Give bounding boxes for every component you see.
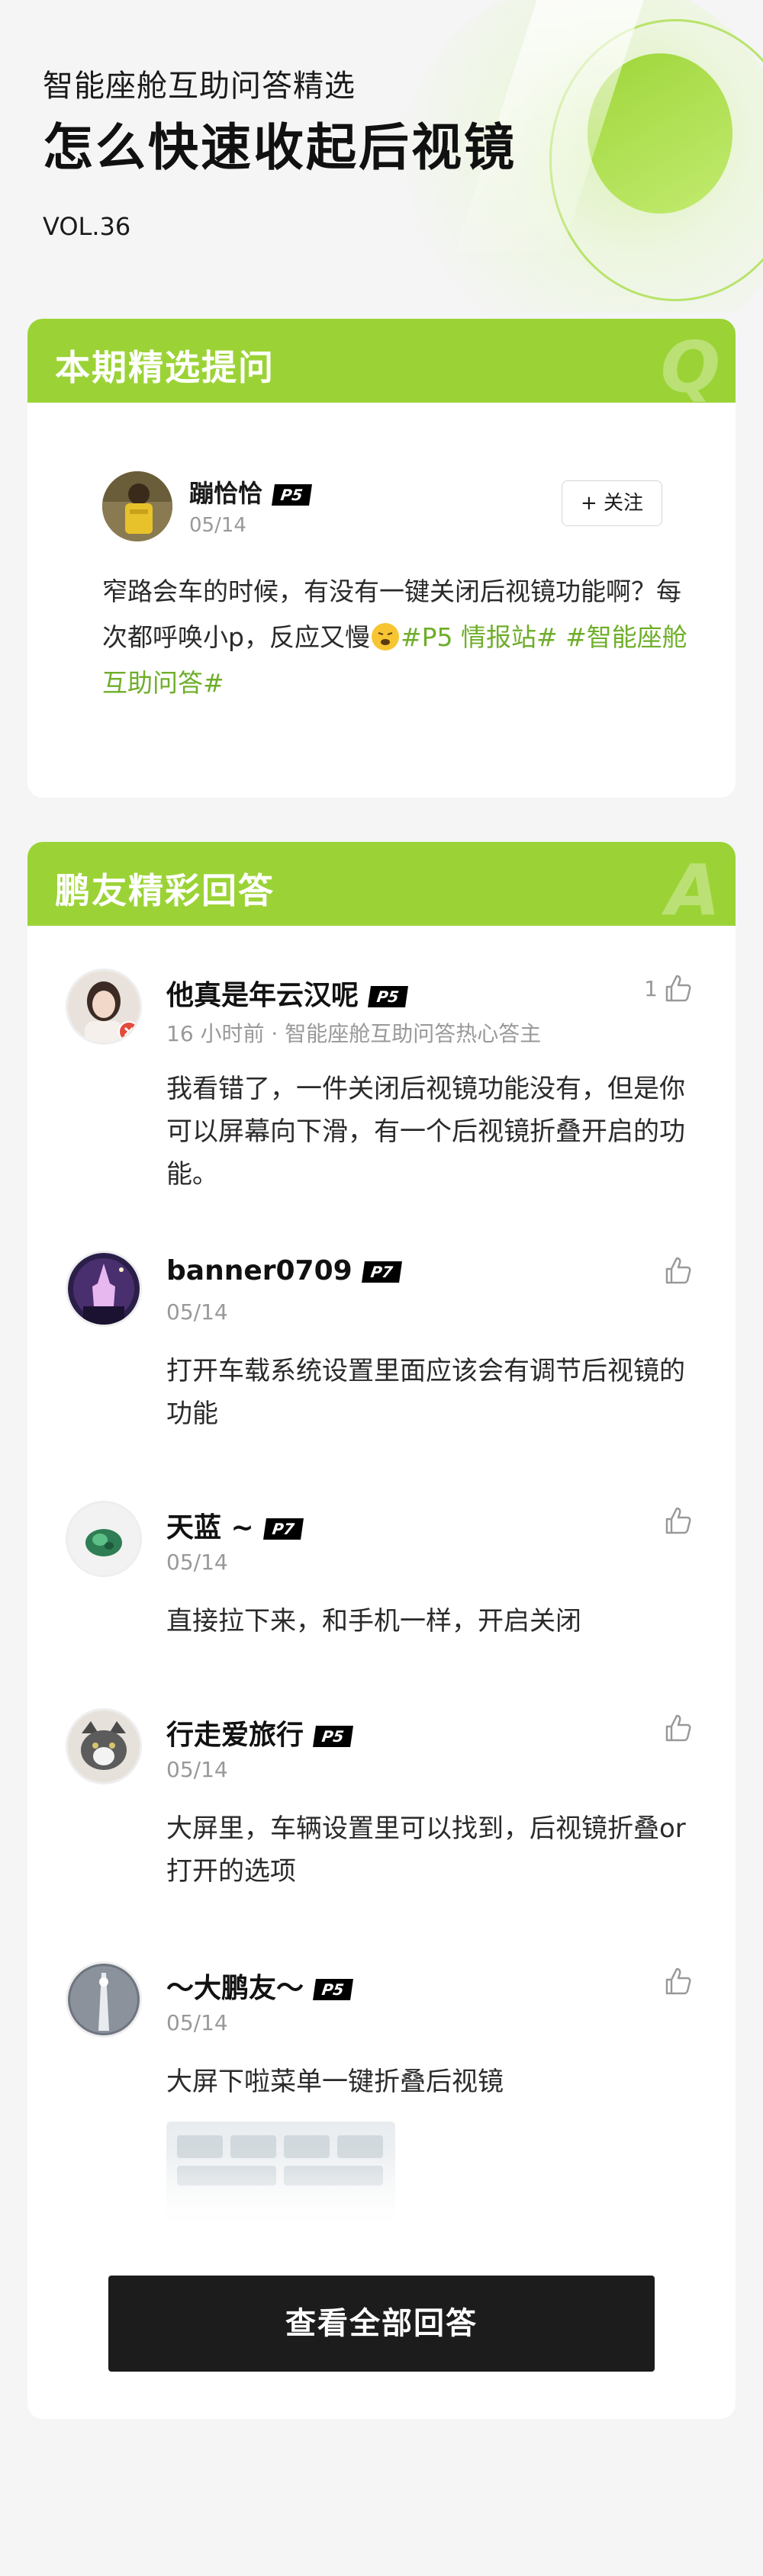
- level-badge: P5: [313, 1726, 353, 1747]
- header-banner: 智能座舱互助问答精选 怎么快速收起后视镜 VOL.36: [0, 0, 763, 313]
- question-card-header: 本期精选提问 Q: [27, 319, 736, 408]
- thumbs-up-icon: [665, 1507, 691, 1534]
- like-button[interactable]: [658, 1711, 693, 1745]
- answer-text: 我看错了，一件关闭后视镜功能没有，但是你可以屏幕向下滑，有一个后视镜折叠开启的功…: [166, 1074, 685, 1190]
- level-badge: P7: [262, 1518, 304, 1540]
- asker-avatar[interactable]: [102, 471, 172, 541]
- answerer-name[interactable]: ～大鹏友～: [166, 1973, 304, 2004]
- answerer-name[interactable]: 天蓝 ~: [166, 1512, 254, 1543]
- answer-item: banner0709 P7 05/14 打开车载系统设置里面应该会有调节后视镜的功…: [27, 1251, 736, 1429]
- follow-button[interactable]: + 关注: [562, 480, 662, 526]
- answer-meta: 05/14: [166, 1299, 228, 1325]
- answer-meta: 05/14: [166, 1550, 228, 1575]
- q-watermark: Q: [660, 326, 720, 408]
- answerer-name-row[interactable]: 天蓝 ~ P7: [166, 1505, 304, 1545]
- answer-item: 他真是年云汉呢 P5 16 小时前 · 智能座舱互助问答热心答主 1 我看错了，一…: [27, 968, 736, 1197]
- view-all-answers-button[interactable]: 查看全部回答: [108, 2276, 655, 2372]
- thumbs-up-icon: [665, 1967, 691, 1995]
- question-date: 05/14: [189, 514, 246, 537]
- answerer-avatar[interactable]: [66, 1708, 142, 1784]
- answerer-avatar[interactable]: [66, 1501, 142, 1577]
- level-badge: P5: [313, 1979, 353, 2000]
- asker-name-row[interactable]: 蹦恰恰 P5: [189, 474, 312, 509]
- weary-face-emoji-icon: [371, 623, 399, 650]
- answers-card: 鹏友精彩回答 A 他真是年云汉呢 P5 16 小时前 · 智能座舱互助问答热心答主…: [27, 842, 736, 2419]
- answer-meta: 16 小时前 · 智能座舱互助问答热心答主: [166, 1021, 542, 1046]
- series-subtitle: 智能座舱互助问答精选: [43, 69, 356, 104]
- answerer-verified-icon: [118, 1021, 140, 1042]
- answerer-name[interactable]: 他真是年云汉呢: [166, 980, 359, 1011]
- question-card: 本期精选提问 Q 蹦恰恰 P5 05/14 + 关注 窄路会车的时候，有没有一键关…: [27, 319, 736, 798]
- answer-text: 直接拉下来，和手机一样，开启关闭: [166, 1606, 581, 1636]
- a-watermark: A: [665, 850, 720, 931]
- level-badge: P5: [272, 484, 312, 506]
- answerer-name[interactable]: banner0709: [166, 1255, 353, 1286]
- volume-number: VOL.36: [43, 212, 131, 241]
- answerer-name-row[interactable]: 他真是年云汉呢 P5: [166, 973, 408, 1013]
- answerer-avatar[interactable]: [66, 1961, 142, 2038]
- answer-item: 天蓝 ~ P7 05/14 直接拉下来，和手机一样，开启关闭: [27, 1501, 736, 1638]
- thumbs-up-icon: [665, 1714, 691, 1742]
- answer-text: 大屏里，车辆设置里可以找到，后视镜折叠or打开的选项: [166, 1813, 686, 1887]
- answer-meta: 05/14: [166, 1757, 228, 1782]
- level-badge: P5: [368, 986, 408, 1007]
- level-badge: P7: [361, 1261, 402, 1283]
- answers-card-title: 鹏友精彩回答: [55, 870, 275, 911]
- answerer-avatar[interactable]: [66, 968, 142, 1045]
- answer-meta: 05/14: [166, 2010, 228, 2035]
- question-body: 窄路会车的时候，有没有一键关闭后视镜功能啊？每次都呼唤小p，反应又慢 #P5 情报…: [102, 569, 697, 706]
- thumbs-up-icon: [665, 1257, 691, 1284]
- answerer-name-row[interactable]: ～大鹏友～ P5: [166, 1966, 353, 2006]
- page-title: 怎么快速收起后视镜: [43, 118, 517, 177]
- thumbs-up-icon: [665, 975, 691, 1002]
- answerer-name-row[interactable]: 行走爱旅行 P5: [166, 1713, 353, 1752]
- answerer-name-row[interactable]: banner0709 P7: [166, 1255, 402, 1286]
- answerer-name[interactable]: 行走爱旅行: [166, 1720, 304, 1751]
- like-button[interactable]: [658, 1504, 693, 1537]
- answer-text: 大屏下啦菜单一键折叠后视镜: [166, 2067, 504, 2097]
- like-count: 1: [644, 975, 658, 1001]
- like-button[interactable]: [658, 1964, 693, 1998]
- like-button[interactable]: 1: [644, 972, 693, 1005]
- answers-card-header: 鹏友精彩回答 A: [27, 842, 736, 931]
- answer-text: 打开车载系统设置里面应该会有调节后视镜的功能: [166, 1356, 685, 1429]
- question-card-title: 本期精选提问: [55, 347, 275, 388]
- asker-name[interactable]: 蹦恰恰: [189, 479, 262, 508]
- answerer-avatar[interactable]: [66, 1251, 142, 1327]
- content-fade: [27, 2154, 736, 2230]
- answer-item: 行走爱旅行 P5 05/14 大屏里，车辆设置里可以找到，后视镜折叠or打开的选项: [27, 1708, 736, 1887]
- like-button[interactable]: [658, 1254, 693, 1287]
